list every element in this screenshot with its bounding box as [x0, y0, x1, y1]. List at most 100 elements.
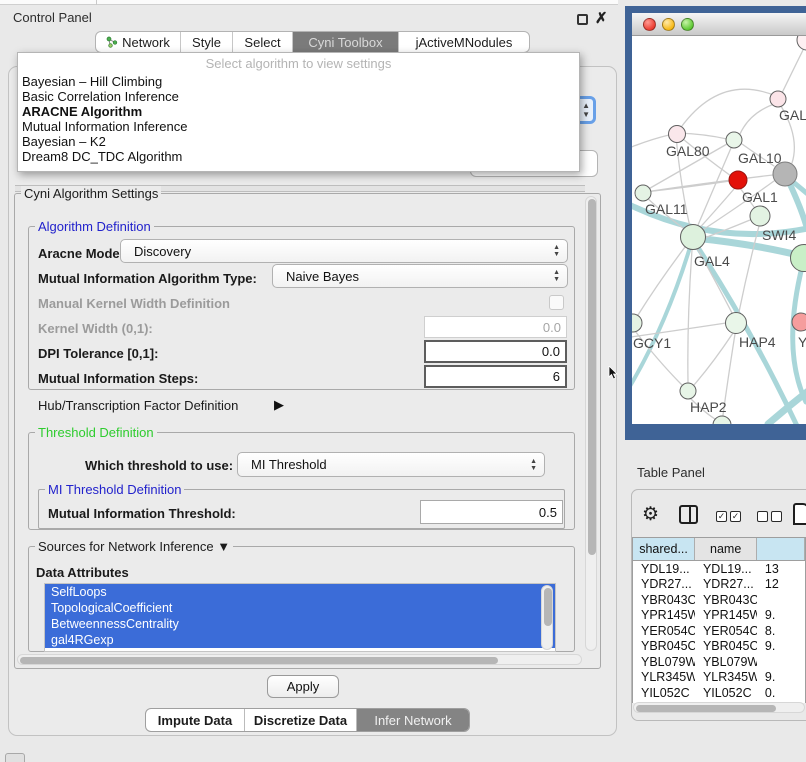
data-attributes-label: Data Attributes	[36, 565, 129, 580]
table-row[interactable]: YLR345WYLR345W9.	[633, 670, 805, 686]
tab-jactivemnodules[interactable]: jActiveMNodules	[399, 32, 529, 52]
node-hap4[interactable]	[726, 313, 747, 334]
settings-gear-icon[interactable]: ⚙	[642, 503, 659, 526]
cyni-settings-group-title: Cyni Algorithm Settings	[21, 186, 161, 201]
minimize-traffic-light-icon[interactable]	[662, 18, 675, 31]
column-split-icon[interactable]	[679, 505, 698, 524]
float-window-icon[interactable]	[577, 14, 588, 25]
network-edge[interactable]	[780, 44, 806, 97]
node-swi4[interactable]	[750, 206, 770, 226]
select-all-checked-icon[interactable]: ✓✓	[716, 511, 741, 522]
algorithm-definition-title: Algorithm Definition	[35, 219, 154, 234]
attribute-item[interactable]: SelfLoops	[45, 584, 555, 600]
tab-select[interactable]: Select	[233, 32, 293, 52]
table-row[interactable]: YBR045CYBR045C9.	[633, 639, 805, 655]
settings-vertical-scrollbar[interactable]	[585, 196, 597, 651]
network-edge[interactable]	[740, 103, 777, 134]
attribute-item[interactable]: TopologicalCoefficient	[45, 600, 555, 616]
collapse-down-triangle-icon[interactable]: ▼	[217, 539, 230, 554]
node-gal10[interactable]	[726, 132, 742, 148]
node-hap2[interactable]	[680, 383, 696, 399]
network-edge[interactable]	[739, 226, 759, 312]
scrollbar-thumb[interactable]	[636, 705, 776, 712]
node-label-gal11: GAL11	[645, 201, 688, 217]
node-gal4[interactable]	[681, 225, 706, 250]
column-header[interactable]: name	[695, 538, 757, 560]
tab-cyni-toolbox[interactable]: Cyni Toolbox	[293, 32, 399, 52]
attributes-list-scrollbar[interactable]	[541, 585, 553, 650]
network-window-titlebar[interactable]	[632, 13, 806, 36]
tab-label: Network	[122, 35, 170, 50]
network-graph[interactable]: GALGAL80GAL10GAL1GAL11SWI4GAL4GCY1HAP4YH…	[632, 36, 806, 424]
node-gal1[interactable]	[729, 171, 747, 189]
network-edge[interactable]	[793, 263, 806, 402]
network-edge[interactable]	[632, 135, 669, 150]
node-label-gal: GAL	[779, 107, 806, 123]
hub-definition-toggle-label[interactable]: Hub/Transcription Factor Definition	[38, 398, 238, 413]
tab-infer-network[interactable]: Infer Network	[357, 709, 469, 731]
dpi-tolerance-field[interactable]: 0.0	[424, 340, 567, 363]
node-gal80[interactable]	[669, 126, 686, 143]
table-row[interactable]: YDR27...YDR27...12	[633, 577, 805, 593]
table-row[interactable]: YBL079WYBL079W	[633, 654, 805, 670]
close-traffic-light-icon[interactable]	[643, 18, 656, 31]
table-row[interactable]: YER054CYER054C8.	[633, 623, 805, 639]
scrollbar-thumb[interactable]	[20, 657, 498, 664]
scrollbar-thumb[interactable]	[588, 199, 596, 555]
which-threshold-combobox[interactable]: MI Threshold ▲▼	[237, 452, 545, 477]
algorithm-option[interactable]: Bayesian – K2	[18, 134, 579, 149]
table-row[interactable]: YBR043CYBR043C	[633, 592, 805, 608]
bottom-left-chip[interactable]	[5, 753, 25, 762]
algorithm-option[interactable]: ARACNE Algorithm	[18, 104, 579, 119]
network-edge[interactable]	[677, 89, 776, 133]
node-gal-top[interactable]	[770, 91, 786, 107]
deselect-all-icon[interactable]	[757, 511, 782, 522]
mouse-cursor-icon	[608, 366, 620, 380]
network-edge[interactable]	[695, 189, 734, 233]
network-edge[interactable]	[694, 333, 733, 385]
node-gal11[interactable]	[635, 185, 651, 201]
tab-network[interactable]: Network	[96, 32, 181, 52]
network-canvas[interactable]: GALGAL80GAL10GAL1GAL11SWI4GAL4GCY1HAP4YH…	[632, 36, 806, 424]
attribute-item[interactable]: gal4RGexp	[45, 632, 555, 648]
algorithm-option[interactable]: Bayesian – Hill Climbing	[18, 74, 579, 89]
apply-button[interactable]: Apply	[267, 675, 339, 698]
tab-label: Select	[244, 35, 280, 50]
algorithm-option[interactable]: Basic Correlation Inference	[18, 89, 579, 104]
tab-label: Cyni Toolbox	[308, 35, 382, 50]
file-icon[interactable]	[793, 503, 806, 525]
table-row[interactable]: YIL052CYIL052C0.	[633, 685, 805, 701]
settings-horizontal-scrollbar[interactable]	[17, 654, 582, 665]
network-edge[interactable]	[695, 148, 731, 232]
mi-steps-field[interactable]: 6	[424, 365, 567, 388]
table-row[interactable]: YPR145WYPR145W9.	[633, 608, 805, 624]
node-gcy1[interactable]	[632, 314, 642, 332]
column-header[interactable]	[757, 538, 805, 560]
table-horizontal-scrollbar[interactable]	[633, 702, 805, 713]
node-label-hap4: HAP4	[739, 334, 776, 350]
scrollbar-thumb[interactable]	[544, 588, 552, 626]
manual-kernel-width-checkbox[interactable]	[549, 295, 564, 310]
expand-right-triangle-icon[interactable]: ▶	[274, 397, 284, 413]
kernel-width-field[interactable]: 0.0	[424, 316, 567, 338]
aracne-mode-combobox[interactable]: Discovery ▲▼	[120, 239, 568, 263]
tab-discretize-data[interactable]: Discretize Data	[245, 709, 357, 731]
network-edge[interactable]	[768, 388, 806, 424]
node-bottom-partial[interactable]	[713, 416, 731, 424]
network-edge[interactable]	[688, 250, 692, 382]
tab-style[interactable]: Style	[181, 32, 233, 52]
close-icon[interactable]: ✗	[595, 9, 608, 27]
tab-impute-data[interactable]: Impute Data	[146, 709, 245, 731]
node-big-green[interactable]	[791, 245, 806, 272]
zoom-traffic-light-icon[interactable]	[681, 18, 694, 31]
table-row[interactable]: YDL19...YDL19...13	[633, 561, 805, 577]
mi-type-combobox[interactable]: Naive Bayes ▲▼	[272, 264, 568, 288]
column-header[interactable]: shared...	[633, 538, 695, 560]
mi-threshold-field[interactable]: 0.5	[420, 500, 563, 524]
attribute-item[interactable]: BetweennessCentrality	[45, 616, 555, 632]
algorithm-option[interactable]: Dream8 DC_TDC Algorithm	[18, 149, 579, 164]
node-top-partial[interactable]	[797, 36, 806, 50]
algorithm-option[interactable]: Mutual Information Inference	[18, 119, 579, 134]
node-salmon[interactable]	[792, 313, 806, 331]
node-label-gal10: GAL10	[738, 150, 782, 166]
